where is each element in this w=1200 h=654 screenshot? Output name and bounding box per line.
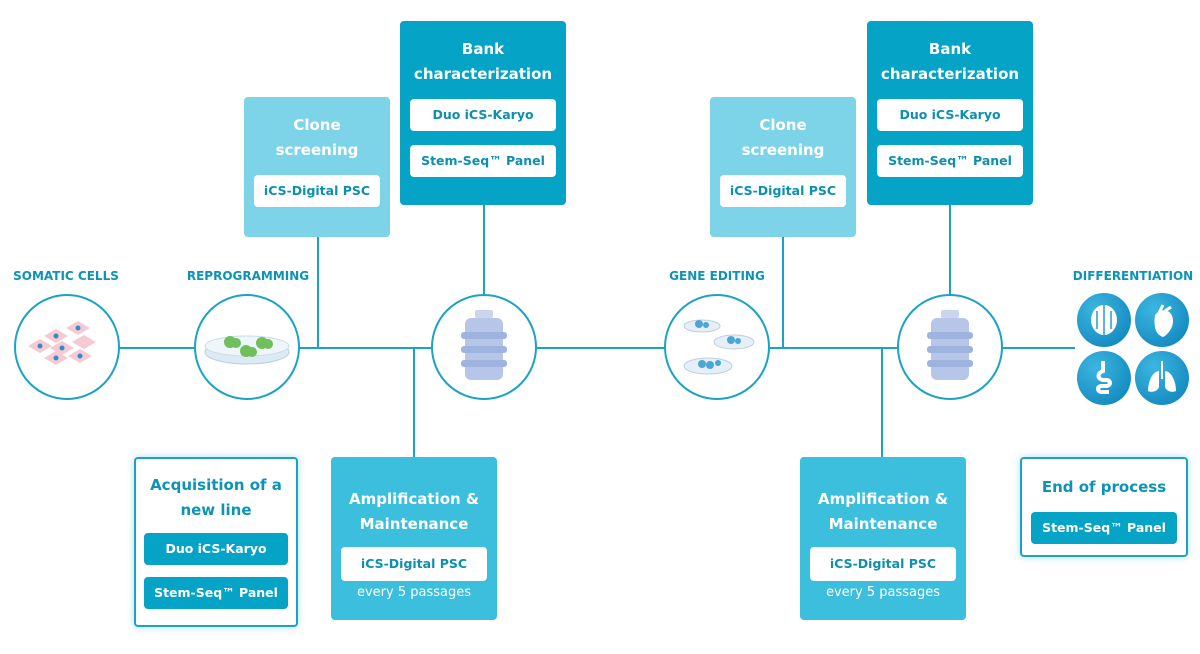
stage-label-somatic: SOMATIC CELLS	[13, 269, 119, 283]
bank-characterization-box: Bank characterization Duo iCS-Karyo Stem…	[400, 21, 566, 205]
product-pill[interactable]: Stem-Seq™ Panel	[877, 145, 1023, 177]
product-pill[interactable]: Stem-Seq™ Panel	[410, 145, 556, 177]
clone-screening-box: Clone screening iCS-Digital PSC	[244, 97, 390, 237]
lungs-icon	[1135, 351, 1189, 405]
frequency-note: every 5 passages	[356, 585, 472, 600]
connector	[949, 205, 951, 295]
box-title: Acquisition of a new line	[150, 476, 282, 519]
product-pill[interactable]: iCS-Digital PSC	[254, 175, 380, 207]
connector	[881, 348, 883, 457]
stage-label-reprogramming: REPROGRAMMING	[186, 269, 310, 283]
product-pill[interactable]: iCS-Digital PSC	[810, 547, 956, 581]
frequency-note: every 5 passages	[825, 585, 941, 600]
product-pill[interactable]: Duo iCS-Karyo	[410, 99, 556, 131]
connector	[413, 348, 415, 457]
product-pill[interactable]: Stem-Seq™ Panel	[144, 577, 288, 609]
connector	[483, 205, 485, 295]
box-title: Clone screening	[275, 116, 359, 159]
bank-characterization-box: Bank characterization Duo iCS-Karyo Stem…	[867, 21, 1033, 205]
acquisition-box: Acquisition of a new line Duo iCS-Karyo …	[134, 457, 298, 627]
amplification-box: Amplification & Maintenance iCS-Digital …	[800, 457, 966, 620]
product-pill[interactable]: Stem-Seq™ Panel	[1031, 512, 1177, 544]
box-title: End of process	[1041, 478, 1167, 496]
brain-icon	[1077, 293, 1131, 347]
product-pill[interactable]: iCS-Digital PSC	[341, 547, 487, 581]
product-pill[interactable]: Duo iCS-Karyo	[877, 99, 1023, 131]
stage-label-gene-editing: GENE EDITING	[669, 269, 765, 283]
box-title: Amplification & Maintenance	[349, 490, 479, 533]
clone-screening-box: Clone screening iCS-Digital PSC	[710, 97, 856, 237]
box-title: Bank characterization	[880, 40, 1020, 83]
amplification-box: Amplification & Maintenance iCS-Digital …	[331, 457, 497, 620]
petri-dish-colonies-icon	[194, 294, 300, 400]
end-of-process-box: End of process Stem-Seq™ Panel	[1020, 457, 1188, 557]
box-title: Amplification & Maintenance	[818, 490, 948, 533]
heart-icon	[1135, 293, 1189, 347]
somatic-cells-icon	[14, 294, 120, 400]
product-pill[interactable]: Duo iCS-Karyo	[144, 533, 288, 565]
stage-label-differentiation: DIFFERENTIATION	[1072, 269, 1194, 283]
product-pill[interactable]: iCS-Digital PSC	[720, 175, 846, 207]
connector	[317, 237, 319, 348]
intestine-icon	[1077, 351, 1131, 405]
cell-bank-bottle-icon	[897, 294, 1003, 400]
box-title: Clone screening	[741, 116, 825, 159]
connector	[782, 237, 784, 348]
cell-bank-bottle-icon	[431, 294, 537, 400]
gene-edited-dishes-icon	[664, 294, 770, 400]
box-title: Bank characterization	[413, 40, 553, 83]
